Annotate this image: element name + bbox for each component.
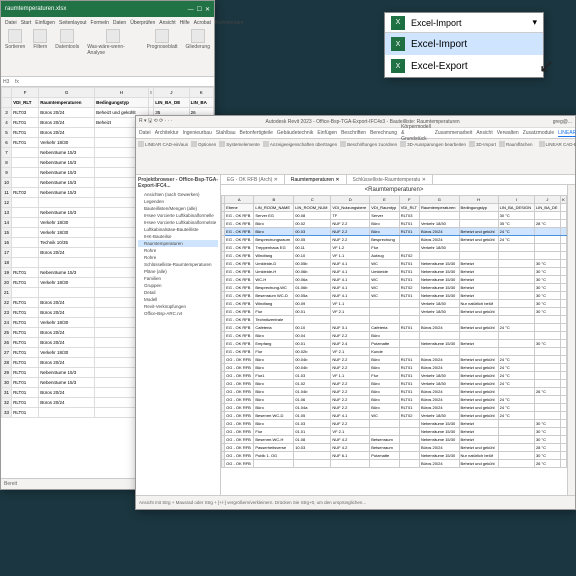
- ribbon-tab[interactable]: Datei: [139, 130, 151, 136]
- ribbon-tab[interactable]: Betonfertigteile: [240, 130, 273, 136]
- ribbon-tab[interactable]: Gebäudetechnik: [277, 130, 313, 136]
- tree-node[interactable]: Detail: [138, 289, 218, 296]
- revit-titlebar: R ▾ 🖫 ⟲ ⟳ · · · Autodesk Revit 2023 - Of…: [136, 116, 575, 128]
- excel-icon: X: [391, 59, 405, 73]
- tree-node[interactable]: Rohre: [138, 254, 218, 261]
- tree-node[interactable]: Legenden: [138, 198, 218, 205]
- ribbon-tab[interactable]: Formeln: [91, 20, 109, 26]
- tree-node[interactable]: Office-Bsp-ARC.rvt: [138, 310, 218, 317]
- ribbon-group[interactable]: Sortieren: [5, 29, 25, 56]
- formula-bar[interactable]: H3 fx: [1, 77, 214, 87]
- ribbon-tab[interactable]: LINEAR: [558, 130, 576, 137]
- ribbon-tab[interactable]: Verwalten: [497, 130, 519, 136]
- ribbon-tab[interactable]: Hilfe: [180, 20, 190, 26]
- ribbon-tab[interactable]: Zusammenarbeit: [435, 130, 473, 136]
- tree-node[interactable]: Rohre: [138, 247, 218, 254]
- tree-node[interactable]: Pläne (alle): [138, 268, 218, 275]
- ribbon-tab[interactable]: Beschriften: [341, 130, 366, 136]
- revit-ribbon-tabs[interactable]: Datei Architektur Ingenieurbau Stahlbau Beto…: [136, 128, 575, 139]
- excel-titlebar: raumtemperaturen.xlsx —☐✕: [1, 1, 214, 17]
- ribbon-tab[interactable]: Acrobat: [194, 20, 211, 26]
- ribbon-tab[interactable]: Daten: [113, 20, 126, 26]
- view-tab[interactable]: Schlüsselliste-Raumtemperatu ✕: [347, 175, 433, 184]
- ribbon-tab[interactable]: Überprüfen: [130, 20, 155, 26]
- revit-window: R ▾ 🖫 ⟲ ⟳ · · · Autodesk Revit 2023 - Of…: [135, 115, 576, 510]
- right-palette[interactable]: [567, 185, 575, 495]
- excel-import-menuitem[interactable]: XExcel-Import: [385, 33, 543, 55]
- arrow-annotation: ↙: [539, 56, 554, 77]
- excel-icon: X: [391, 37, 405, 51]
- ribbon-tab[interactable]: Körpermodell & Grundstück: [401, 124, 431, 142]
- excel-import-split-button[interactable]: XExcel-Import▾: [385, 13, 543, 33]
- schedule-view[interactable]: <Raumtemperaturen> ABCDEFGHIJKEbeneLIN_R…: [221, 185, 575, 495]
- tree-node[interactable]: Raumtemperaturen: [138, 240, 218, 247]
- tree-node[interactable]: Revit-Verknüpfungen: [138, 303, 218, 310]
- ribbon-group[interactable]: Prognoseblatt: [147, 29, 178, 56]
- tree-node[interactable]: Modell: [138, 296, 218, 303]
- excel-ribbon: Datei StartEinfügen Seitenlayout Formeln Dat…: [1, 17, 214, 77]
- excel-import-export-menu: XExcel-Import▾ XExcel-Import XExcel-Expo…: [384, 12, 544, 78]
- tree-node[interactable]: IHK-Bauteilse: [138, 233, 218, 240]
- dropdown-icon: ▾: [532, 17, 537, 28]
- project-browser[interactable]: Projektbrowser - Office-Bsp-TGA-Export-I…: [136, 175, 221, 495]
- excel-export-menuitem[interactable]: XExcel-Export: [385, 55, 543, 77]
- tree-node[interactable]: Gruppen: [138, 282, 218, 289]
- revit-ribbon-body: LINEAR CAD-ein/ausOptionenSystemelemente…: [136, 139, 575, 175]
- ribbon-tab[interactable]: Datei: [5, 20, 17, 26]
- schedule-title: <Raumtemperaturen>: [221, 185, 567, 195]
- ribbon-tab[interactable]: Berechnung: [370, 130, 397, 136]
- view-tabs[interactable]: EG - OK RFB (Arch) ✕Raumtemperaturen ✕Sc…: [221, 175, 575, 185]
- tree-node[interactable]: Familien: [138, 275, 218, 282]
- ribbon-group[interactable]: Filtern: [33, 29, 47, 56]
- revit-main-area: EG - OK RFB (Arch) ✕Raumtemperaturen ✕Sc…: [221, 175, 575, 495]
- ribbon-group[interactable]: Was-wäre-wenn-Analyse: [87, 29, 138, 56]
- excel-filename: raumtemperaturen.xlsx: [5, 6, 66, 12]
- ribbon-tab[interactable]: Architektur: [155, 130, 179, 136]
- tree-node[interactable]: IHsee Vorcierte Luftkabinalformelle: [138, 212, 218, 219]
- ribbon-tab[interactable]: Start: [21, 20, 32, 26]
- ribbon-tab[interactable]: Einfügen: [317, 130, 337, 136]
- view-tab[interactable]: EG - OK RFB (Arch) ✕: [221, 175, 285, 184]
- tree-node[interactable]: Ansichten (nach Gewerken): [138, 191, 218, 198]
- tree-node[interactable]: Luftkabinalsäse-Bauteilliste: [138, 226, 218, 233]
- ribbon-tab[interactable]: Einfügen: [35, 20, 55, 26]
- excel-icon: X: [391, 16, 405, 30]
- tree-node[interactable]: Bauteillisten/Mengen (alle): [138, 205, 218, 212]
- ribbon-tab[interactable]: Ansicht: [476, 130, 492, 136]
- ribbon-tab[interactable]: Seitenlayout: [59, 20, 87, 26]
- ribbon-tab[interactable]: Zusatzmodule: [523, 130, 554, 136]
- ribbon-group[interactable]: Datentools: [55, 29, 79, 56]
- tree-node[interactable]: IHsee Vorcierte Luftkabinalformelste: [138, 219, 218, 226]
- revit-statusbar: Ansicht mit Strg + Mausrad oder Strg + […: [136, 495, 575, 509]
- tree-node[interactable]: Schlüsselliste-Raumtemperaturen: [138, 261, 218, 268]
- window-controls[interactable]: —☐✕: [185, 6, 210, 13]
- view-tab[interactable]: Raumtemperaturen ✕: [285, 175, 347, 184]
- ribbon-group[interactable]: Gliederung: [186, 29, 210, 56]
- ribbon-tab[interactable]: Ansicht: [159, 20, 175, 26]
- ribbon-tab[interactable]: Stahlbau: [216, 130, 236, 136]
- ribbon-tab[interactable]: Ingenieurbau: [183, 130, 212, 136]
- excel-ribbon-tabs[interactable]: Datei StartEinfügen Seitenlayout Formeln Dat…: [3, 19, 212, 27]
- excel-ribbon-groups: Sortieren Filtern Datentools Was-wäre-wenn-…: [3, 27, 212, 58]
